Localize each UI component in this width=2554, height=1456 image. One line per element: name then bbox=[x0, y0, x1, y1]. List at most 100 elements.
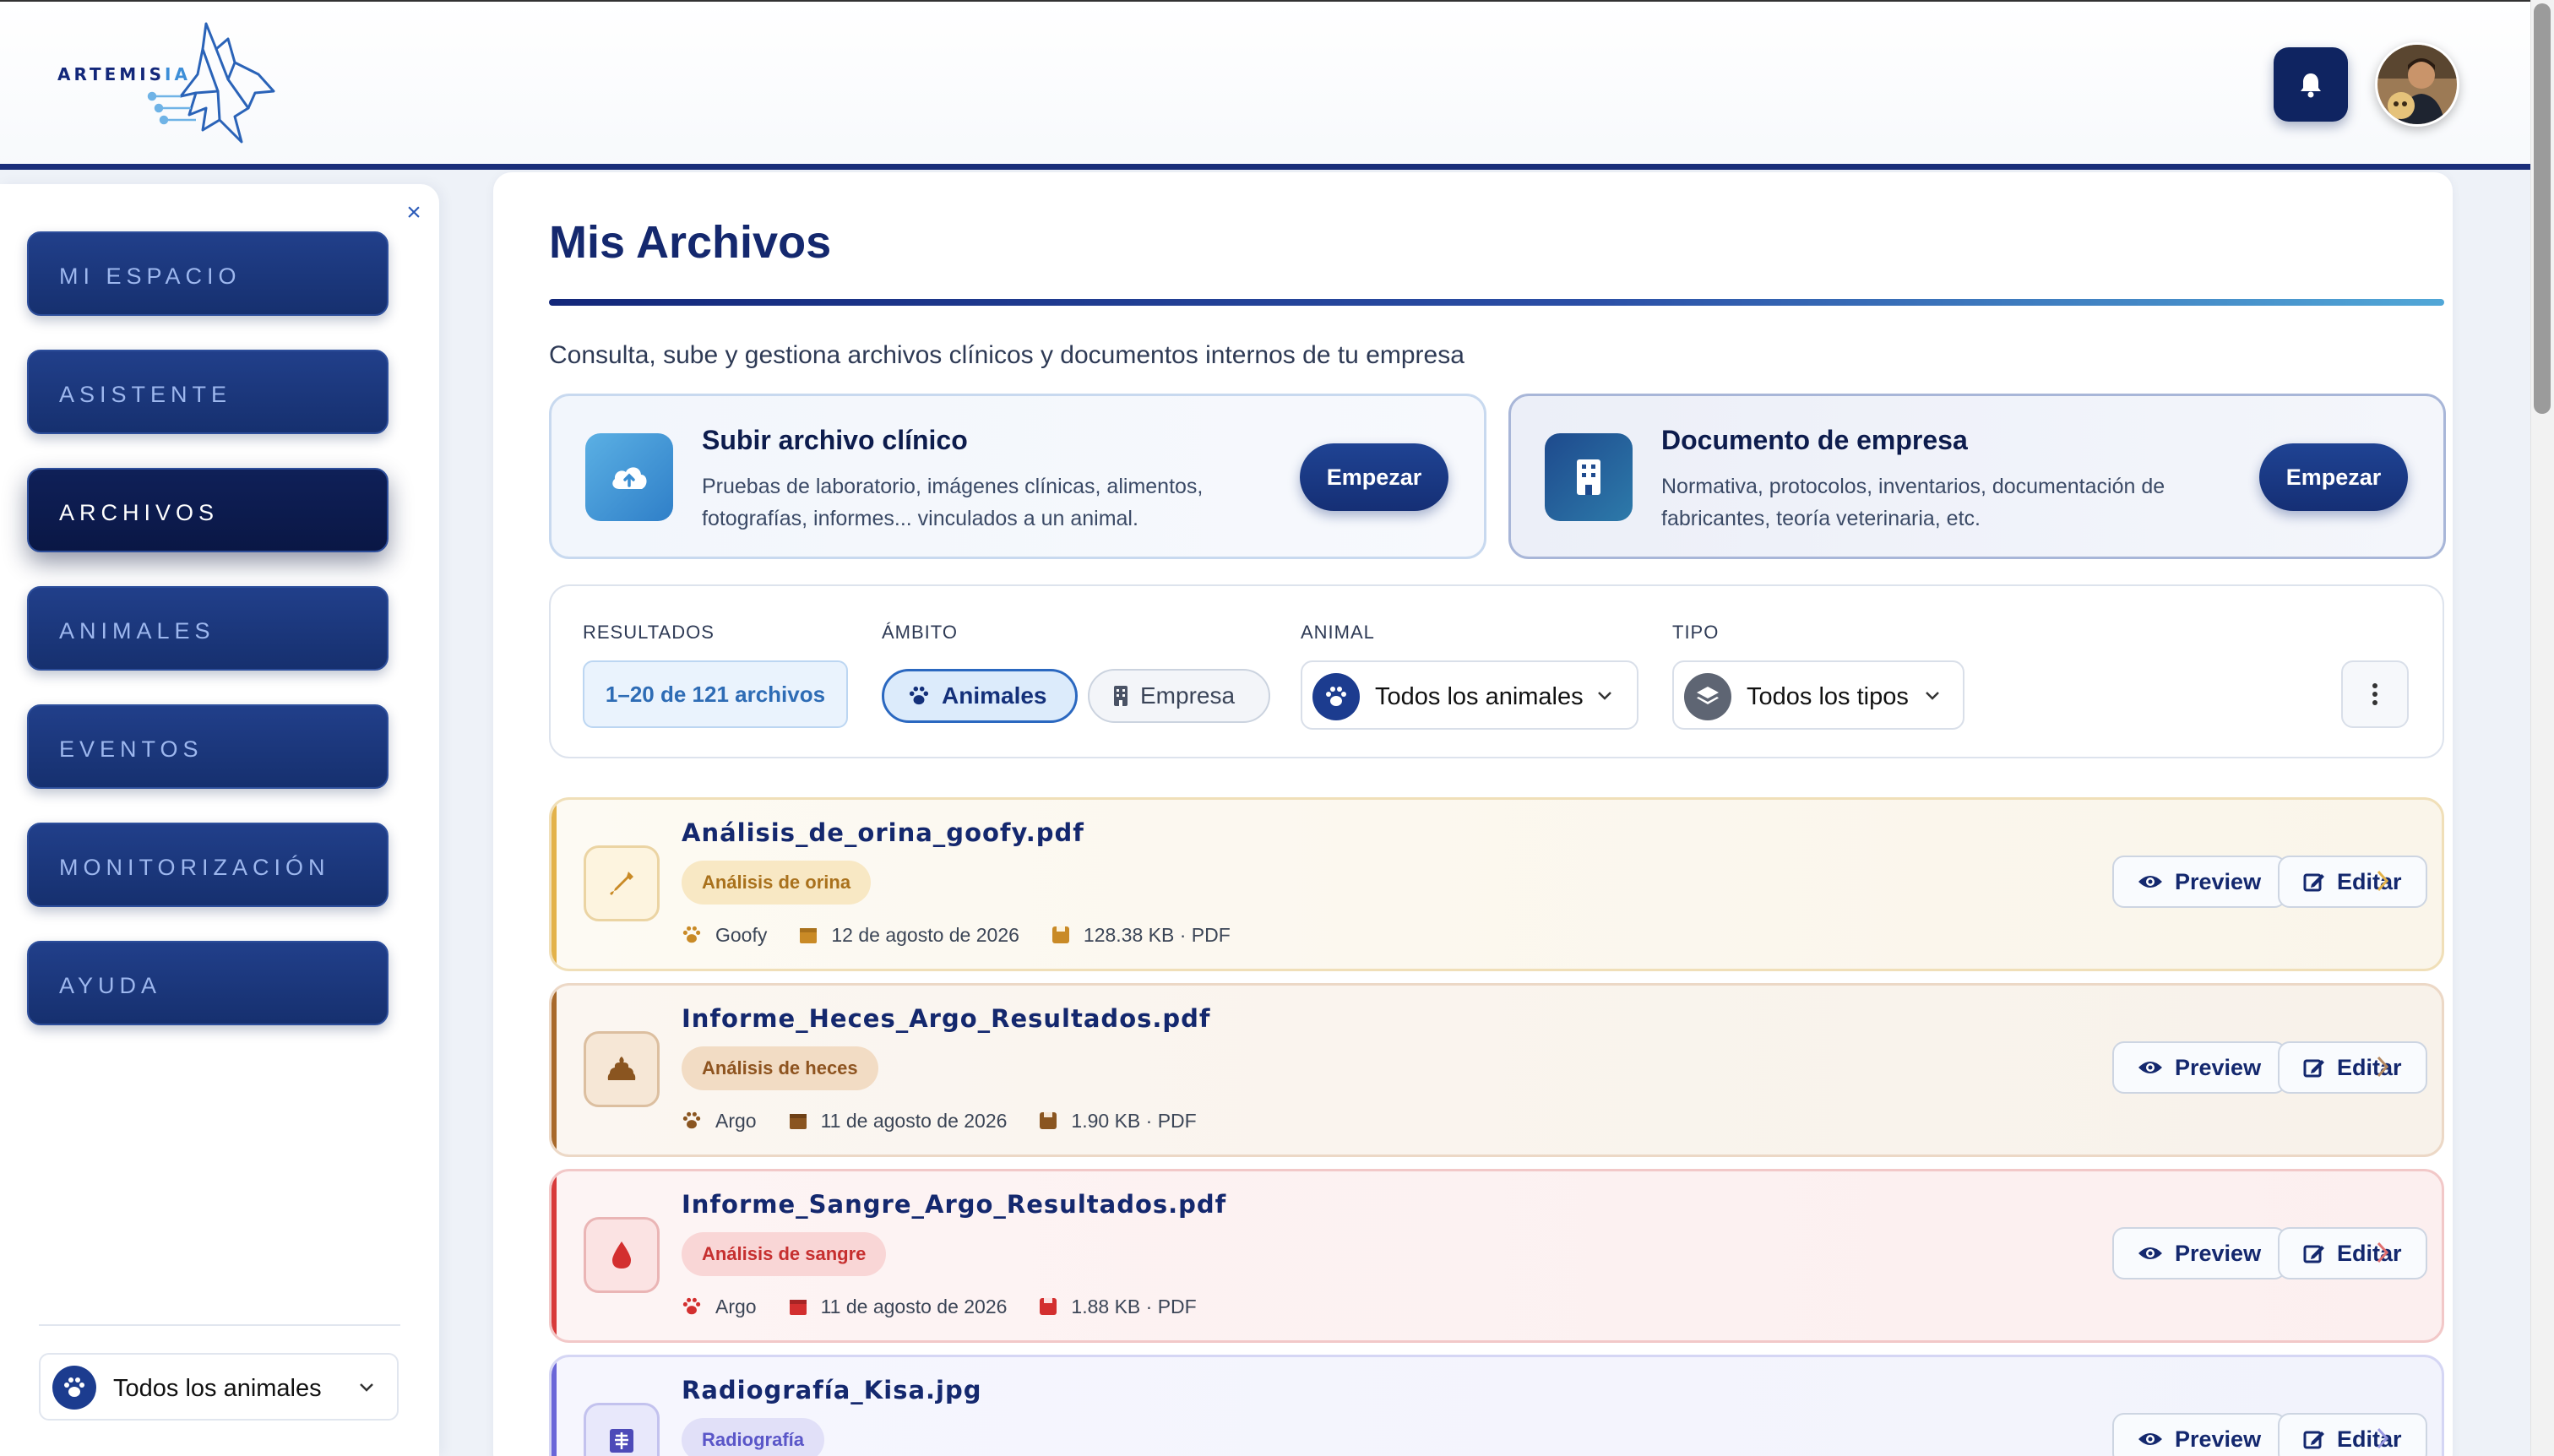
paw-icon bbox=[52, 1366, 96, 1410]
file-name[interactable]: Análisis_de_orina_goofy.pdf bbox=[682, 818, 1084, 847]
eye-icon bbox=[2138, 1247, 2162, 1259]
eye-icon bbox=[2138, 876, 2162, 888]
file-name[interactable]: Informe_Heces_Argo_Resultados.pdf bbox=[682, 1004, 1211, 1033]
category-stripe bbox=[552, 1357, 557, 1456]
edit-icon bbox=[2303, 1059, 2324, 1078]
edit-icon bbox=[2303, 1245, 2324, 1263]
calendar-icon bbox=[789, 1114, 807, 1129]
building-icon bbox=[1545, 433, 1633, 521]
scrollbar-thumb[interactable] bbox=[2534, 3, 2551, 414]
file-date: 11 de agosto de 2026 bbox=[820, 1295, 1008, 1317]
edit-icon bbox=[2303, 873, 2324, 892]
paw-icon bbox=[1312, 673, 1360, 720]
category-badge: Análisis de orina bbox=[682, 861, 872, 905]
sidebar-item-ayuda[interactable]: AYUDA bbox=[27, 941, 389, 1025]
building-icon bbox=[1114, 686, 1128, 706]
upload-clinical-card[interactable]: Subir archivo clínico Pruebas de laborat… bbox=[549, 394, 1486, 559]
chevron-right-icon[interactable] bbox=[2376, 869, 2389, 893]
animal-filter-value: Todos los animales bbox=[1375, 683, 1584, 710]
sidebar-item-asistente[interactable]: ASISTENTE bbox=[27, 350, 389, 434]
scope-empresa-button[interactable]: Empresa bbox=[1088, 669, 1270, 723]
animal-filter-select[interactable]: Todos los animales bbox=[1301, 660, 1638, 730]
chevron-down-icon bbox=[360, 1383, 373, 1392]
paw-icon bbox=[682, 1297, 701, 1315]
main-panel: Mis Archivos Consulta, sube y gestiona a… bbox=[493, 172, 2453, 1456]
xray-icon bbox=[584, 1403, 660, 1456]
calendar-icon bbox=[789, 1300, 807, 1315]
scope-empresa-label: Empresa bbox=[1140, 682, 1236, 709]
chevron-right-icon[interactable] bbox=[2376, 1055, 2389, 1078]
category-badge: Radiografía bbox=[682, 1418, 825, 1456]
sidebar-item-eventos[interactable]: EVENTOS bbox=[27, 704, 389, 789]
results-label: RESULTADOS bbox=[583, 622, 715, 643]
file-size: 128.38 KB · PDF bbox=[1083, 923, 1231, 946]
company-document-start-button[interactable]: Empezar bbox=[2259, 443, 2408, 511]
edit-button[interactable]: Editar bbox=[2278, 856, 2427, 908]
sidebar-animal-select[interactable]: Todos los animales bbox=[39, 1353, 399, 1421]
kebab-menu-icon bbox=[2372, 683, 2377, 705]
file-size-icon bbox=[1040, 1298, 1057, 1315]
preview-button[interactable]: Preview bbox=[2112, 1227, 2287, 1279]
type-filter-select[interactable]: Todos los tipos bbox=[1672, 660, 1964, 730]
blood-drop-icon bbox=[584, 1217, 660, 1293]
file-row[interactable]: Análisis_de_orina_goofy.pdf Análisis de … bbox=[549, 797, 2444, 971]
file-animal: Argo bbox=[715, 1109, 757, 1132]
upload-clinical-start-button[interactable]: Empezar bbox=[1300, 443, 1448, 511]
file-animal: Goofy bbox=[715, 923, 768, 946]
file-name[interactable]: Radiografía_Kisa.jpg bbox=[682, 1376, 982, 1404]
file-size: 1.90 KB · PDF bbox=[1071, 1109, 1197, 1132]
edit-button[interactable]: Editar bbox=[2278, 1413, 2427, 1456]
close-sidebar-icon[interactable]: × bbox=[400, 199, 427, 226]
pipette-icon bbox=[584, 845, 660, 921]
edit-icon bbox=[2303, 1431, 2324, 1449]
cloud-upload-icon bbox=[585, 433, 673, 521]
preview-button[interactable]: Preview bbox=[2112, 1413, 2287, 1456]
file-row[interactable]: Informe_Heces_Argo_Resultados.pdf Anális… bbox=[549, 983, 2444, 1157]
file-meta: Argo 11 de agosto de 2026 1.90 KB · PDF bbox=[682, 1107, 1197, 1134]
scope-animales-label: Animales bbox=[942, 682, 1047, 709]
company-document-description: Normativa, protocolos, inventarios, docu… bbox=[1661, 475, 2165, 530]
type-filter-value: Todos los tipos bbox=[1747, 683, 1909, 710]
sidebar-item-mi-espacio[interactable]: MI ESPACIO bbox=[27, 231, 389, 316]
page-title: Mis Archivos bbox=[549, 217, 832, 268]
chevron-right-icon[interactable] bbox=[2376, 1241, 2389, 1264]
animal-filter-label: ANIMAL bbox=[1301, 622, 1375, 643]
upload-clinical-description: Pruebas de laboratorio, imágenes clínica… bbox=[702, 475, 1204, 530]
preview-button[interactable]: Preview bbox=[2112, 1041, 2287, 1094]
filter-bar: RESULTADOS 1–20 de 121 archivos ÁMBITO A… bbox=[549, 584, 2444, 758]
header-divider bbox=[0, 164, 2534, 170]
edit-button[interactable]: Editar bbox=[2278, 1227, 2427, 1279]
title-underline bbox=[549, 299, 2444, 306]
wolf-logo-icon bbox=[147, 22, 275, 144]
sidebar-item-monitorizacion[interactable]: MONITORIZACIÓN bbox=[27, 823, 389, 907]
file-name[interactable]: Informe_Sangre_Argo_Resultados.pdf bbox=[682, 1190, 1226, 1219]
file-size: 1.88 KB · PDF bbox=[1071, 1295, 1197, 1317]
chevron-right-icon[interactable] bbox=[2376, 1426, 2389, 1450]
category-stripe bbox=[552, 800, 557, 969]
file-row[interactable]: Informe_Sangre_Argo_Resultados.pdf Análi… bbox=[549, 1169, 2444, 1343]
scope-label: ÁMBITO bbox=[882, 622, 958, 643]
sidebar-item-archivos[interactable]: ARCHIVOS bbox=[27, 468, 389, 552]
file-row[interactable]: Radiografía_Kisa.jpg Radiografía Preview… bbox=[549, 1355, 2444, 1456]
preview-button[interactable]: Preview bbox=[2112, 856, 2287, 908]
sidebar-item-animales[interactable]: ANIMALES bbox=[27, 586, 389, 671]
user-avatar[interactable] bbox=[2375, 42, 2459, 127]
company-document-card[interactable]: Documento de empresa Normativa, protocol… bbox=[1508, 394, 2446, 559]
sidebar-animal-select-label: Todos los animales bbox=[113, 1375, 322, 1402]
type-filter-label: TIPO bbox=[1672, 622, 1720, 643]
more-options-button[interactable] bbox=[2341, 660, 2409, 728]
notifications-button[interactable] bbox=[2274, 47, 2348, 122]
category-stripe bbox=[552, 1171, 557, 1340]
file-size-icon bbox=[1051, 926, 1069, 943]
top-header: ARTEMISIA bbox=[0, 0, 2554, 170]
scope-animales-button[interactable]: Animales bbox=[882, 669, 1078, 723]
sidebar: × MI ESPACIO ASISTENTE ARCHIVOS ANIMALES… bbox=[0, 184, 439, 1456]
file-date: 12 de agosto de 2026 bbox=[831, 923, 1019, 946]
company-document-title: Documento de empresa bbox=[1661, 425, 1968, 455]
file-date: 11 de agosto de 2026 bbox=[820, 1109, 1008, 1132]
edit-button[interactable]: Editar bbox=[2278, 1041, 2427, 1094]
poop-icon bbox=[584, 1031, 660, 1107]
artemisia-logo[interactable]: ARTEMISIA bbox=[54, 15, 299, 157]
upload-clinical-title: Subir archivo clínico bbox=[702, 425, 968, 455]
layers-icon bbox=[1684, 673, 1731, 720]
